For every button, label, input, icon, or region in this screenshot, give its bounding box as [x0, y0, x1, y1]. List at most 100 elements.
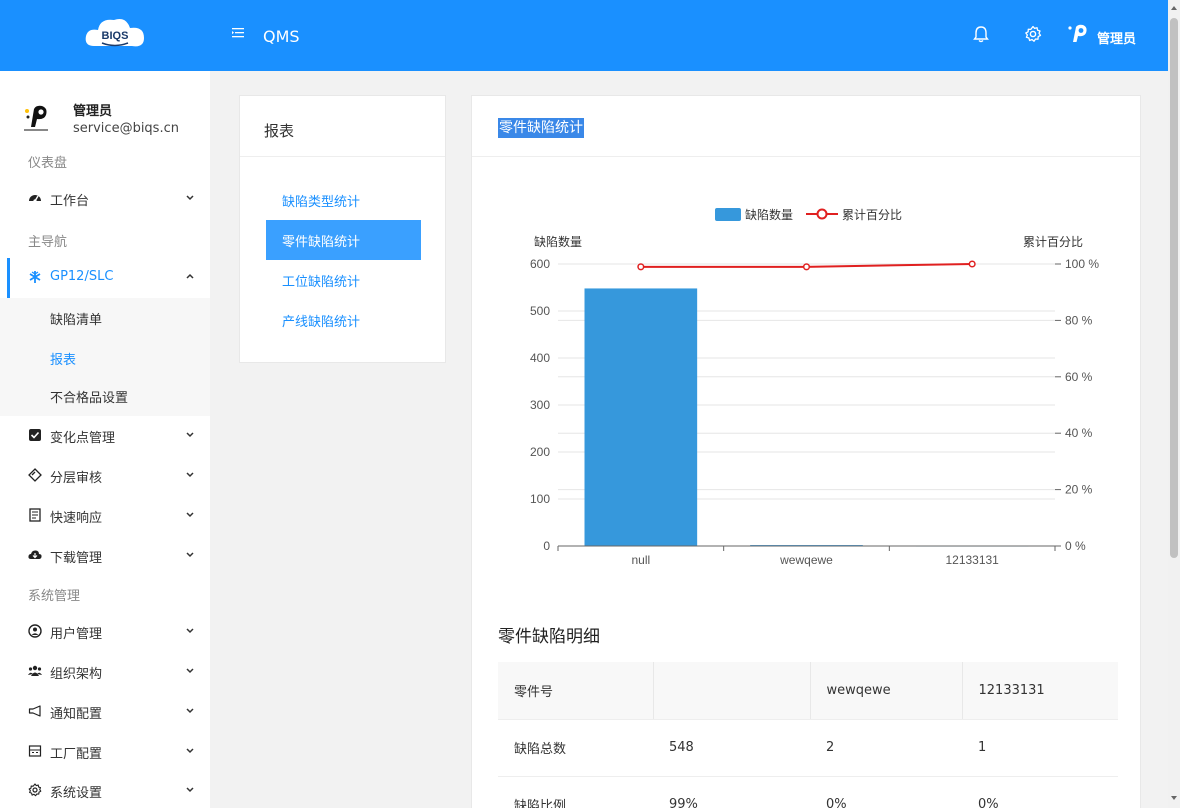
profile-avatar: [24, 105, 48, 131]
profile-name: 管理员: [73, 104, 113, 119]
sidebar: 管理员 service@biqs.cn 仪表盘 工作台 主导航 GP12/SLC…: [0, 71, 210, 808]
top-user-name[interactable]: 管理员: [1097, 28, 1136, 47]
sidebar-item-label: 组织架构: [50, 667, 103, 682]
table-cell: 2: [810, 719, 962, 777]
report-menu-title: 报表: [264, 122, 295, 140]
gear-icon: [28, 783, 42, 797]
y-tick-label: 400: [530, 351, 550, 365]
table-cell: 0%: [810, 776, 962, 808]
table-header-cell: wewqewe: [809, 662, 962, 720]
table-header-cell: 12133131: [961, 662, 1118, 720]
report-item-label: 工位缺陷统计: [282, 275, 361, 290]
detail-table: 零件号 wewqewe 12133131 缺陷总数 548 2 1 缺陷比例 9…: [498, 662, 1118, 808]
megaphone-icon: [28, 705, 41, 717]
sidebar-item-label: 用户管理: [50, 627, 103, 642]
table-header-row: 零件号 wewqewe 12133131: [498, 662, 1118, 720]
biqs-logo[interactable]: BIQS: [82, 14, 148, 54]
gear-icon[interactable]: [1024, 25, 1042, 43]
sidebar-item-notify[interactable]: 通知配置: [0, 692, 210, 732]
line-point: [802, 263, 811, 271]
chevron-down-icon: [186, 668, 194, 674]
table-cell: 缺陷比例: [498, 776, 653, 808]
y-right-tick-label: 40 %: [1065, 426, 1093, 440]
sidebar-sub-nonconforming[interactable]: 不合格品设置: [0, 376, 210, 416]
document-icon: [29, 508, 41, 522]
chevron-down-icon: [186, 787, 194, 793]
pareto-chart: 0 100 200 300 400 500 600 0 % 20 % 40 % 60 % 80 % 10…: [530, 257, 1099, 567]
y-tick-label: 100: [530, 492, 550, 506]
x-tick-label: 12133131: [945, 553, 999, 567]
users-icon: [28, 665, 42, 676]
chevron-down-icon: [186, 512, 194, 518]
detail-title: 零件缺陷明细: [498, 627, 600, 647]
table-row: 缺陷总数 548 2 1: [498, 719, 1118, 777]
top-bar: BIQS QMS 管理员: [0, 0, 1168, 71]
table-header-cell: 零件号: [498, 662, 653, 720]
report-item-label: 缺陷类型统计: [282, 195, 361, 210]
layers-icon: [28, 468, 42, 482]
bar: [584, 288, 698, 546]
sidebar-item-org[interactable]: 组织架构: [0, 652, 210, 692]
sidebar-item-layered-audit[interactable]: 分层审核: [0, 456, 210, 496]
sidebar-item-label: 快速响应: [50, 511, 103, 526]
sidebar-sub-label: 缺陷清单: [50, 313, 103, 328]
report-item-station-defect[interactable]: 工位缺陷统计: [266, 260, 421, 300]
menu-toggle-icon[interactable]: [232, 26, 246, 40]
sidebar-sub-report[interactable]: 报表: [0, 338, 210, 378]
bell-icon[interactable]: [972, 25, 990, 43]
profile-email: service@biqs.cn: [73, 121, 179, 136]
report-item-line-defect[interactable]: 产线缺陷统计: [266, 300, 421, 340]
logo-text: BIQS: [102, 30, 129, 42]
sidebar-item-label: 系统设置: [50, 786, 103, 801]
report-item-label: 零件缺陷统计: [282, 235, 361, 250]
sidebar-item-quick-response[interactable]: 快速响应: [0, 496, 210, 536]
chevron-down-icon: [186, 708, 194, 714]
table-cell: 缺陷总数: [498, 719, 653, 777]
line-point: [637, 263, 645, 271]
y-tick-label: 200: [530, 445, 550, 459]
report-item-defect-type[interactable]: 缺陷类型统计: [266, 180, 421, 220]
sidebar-item-label: 通知配置: [50, 707, 103, 722]
report-item-label: 产线缺陷统计: [282, 315, 361, 330]
scroll-up-arrow-icon[interactable]: [1170, 4, 1178, 12]
sidebar-item-settings[interactable]: 系统设置: [0, 771, 210, 808]
sidebar-item-change-point[interactable]: 变化点管理: [0, 416, 210, 456]
y-right-tick-label: 0 %: [1065, 539, 1086, 553]
section-main-nav: 主导航: [28, 235, 68, 250]
section-dashboard: 仪表盘: [28, 156, 68, 171]
scroll-thumb[interactable]: [1170, 18, 1178, 558]
sidebar-item-label: 变化点管理: [50, 431, 116, 446]
report-item-part-defect[interactable]: 零件缺陷统计: [266, 220, 421, 260]
table-row: 缺陷比例 99% 0% 0%: [498, 776, 1118, 808]
sidebar-item-user-mgmt[interactable]: 用户管理: [0, 612, 210, 652]
page-scrollbar[interactable]: [1168, 0, 1180, 808]
y-tick-label: 0: [543, 539, 550, 553]
chevron-down-icon: [186, 472, 194, 478]
line-point: [968, 260, 976, 268]
y-tick-label: 300: [530, 398, 550, 412]
table-cell: 99%: [653, 776, 810, 808]
scroll-down-arrow-icon[interactable]: [1170, 794, 1178, 802]
y-tick-label: 600: [530, 257, 550, 271]
sidebar-item-label: 工作台: [50, 194, 90, 209]
factory-icon: [28, 745, 42, 757]
sidebar-item-workbench[interactable]: 工作台: [0, 179, 210, 219]
sidebar-item-download[interactable]: 下载管理: [0, 536, 210, 576]
user-circle-icon: [28, 624, 42, 638]
sidebar-item-factory[interactable]: 工厂配置: [0, 732, 210, 772]
report-menu-card: 报表 缺陷类型统计 零件缺陷统计 工位缺陷统计 产线缺陷统计: [239, 95, 446, 363]
user-avatar[interactable]: [1066, 22, 1090, 46]
x-tick-label: null: [631, 553, 650, 567]
table-cell: 1: [962, 719, 1118, 777]
sidebar-sub-defect-list[interactable]: 缺陷清单: [0, 298, 210, 338]
dashboard-icon: [29, 195, 41, 203]
cloud-download-icon: [28, 550, 42, 559]
table-cell: 548: [653, 719, 810, 777]
chevron-down-icon: [186, 628, 194, 634]
table-cell: 0%: [962, 776, 1118, 808]
chevron-down-icon: [186, 748, 194, 754]
chevron-down-icon: [186, 552, 194, 558]
y-right-tick-label: 80 %: [1065, 313, 1093, 327]
sidebar-sub-label: 不合格品设置: [50, 391, 129, 406]
checkbox-icon: [29, 429, 41, 441]
